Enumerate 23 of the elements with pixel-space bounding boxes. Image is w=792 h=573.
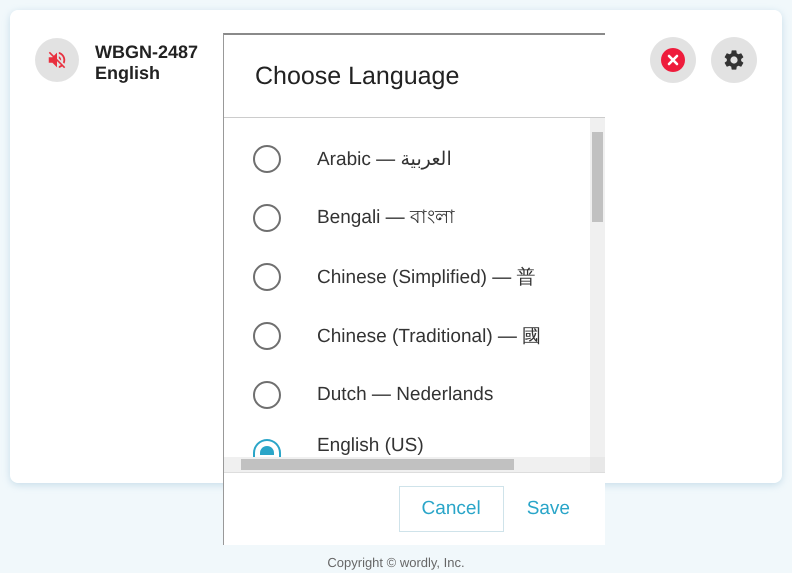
radio-button[interactable] xyxy=(253,204,281,232)
settings-button[interactable] xyxy=(711,37,757,83)
close-icon xyxy=(661,48,685,72)
language-option[interactable]: Bengali — বাংলা xyxy=(317,202,455,234)
language-option[interactable]: Dutch — Nederlands xyxy=(317,384,494,406)
vertical-scrollbar[interactable] xyxy=(590,118,605,457)
language-label: English xyxy=(95,63,162,84)
horizontal-scrollbar[interactable] xyxy=(224,457,590,472)
settings-icon xyxy=(722,48,746,72)
muted-speaker-icon xyxy=(46,49,68,71)
language-option[interactable]: Chinese (Traditional) — 國 xyxy=(317,322,542,348)
radio-button[interactable] xyxy=(253,144,281,172)
close-button[interactable] xyxy=(650,37,696,83)
session-code: WBGN-2487 xyxy=(95,42,198,63)
mute-button[interactable] xyxy=(35,38,79,82)
radio-button[interactable] xyxy=(253,262,281,290)
language-option[interactable]: English (US) xyxy=(317,435,424,457)
radio-button[interactable] xyxy=(253,380,281,408)
language-option[interactable]: Arabic — العربية xyxy=(317,146,452,170)
dialog-title: Choose Language xyxy=(255,62,460,90)
copyright-text: Copyright © wordly, Inc. xyxy=(327,555,465,570)
language-option[interactable]: Chinese (Simplified) — 普 xyxy=(317,264,536,290)
radio-button[interactable] xyxy=(253,322,281,350)
